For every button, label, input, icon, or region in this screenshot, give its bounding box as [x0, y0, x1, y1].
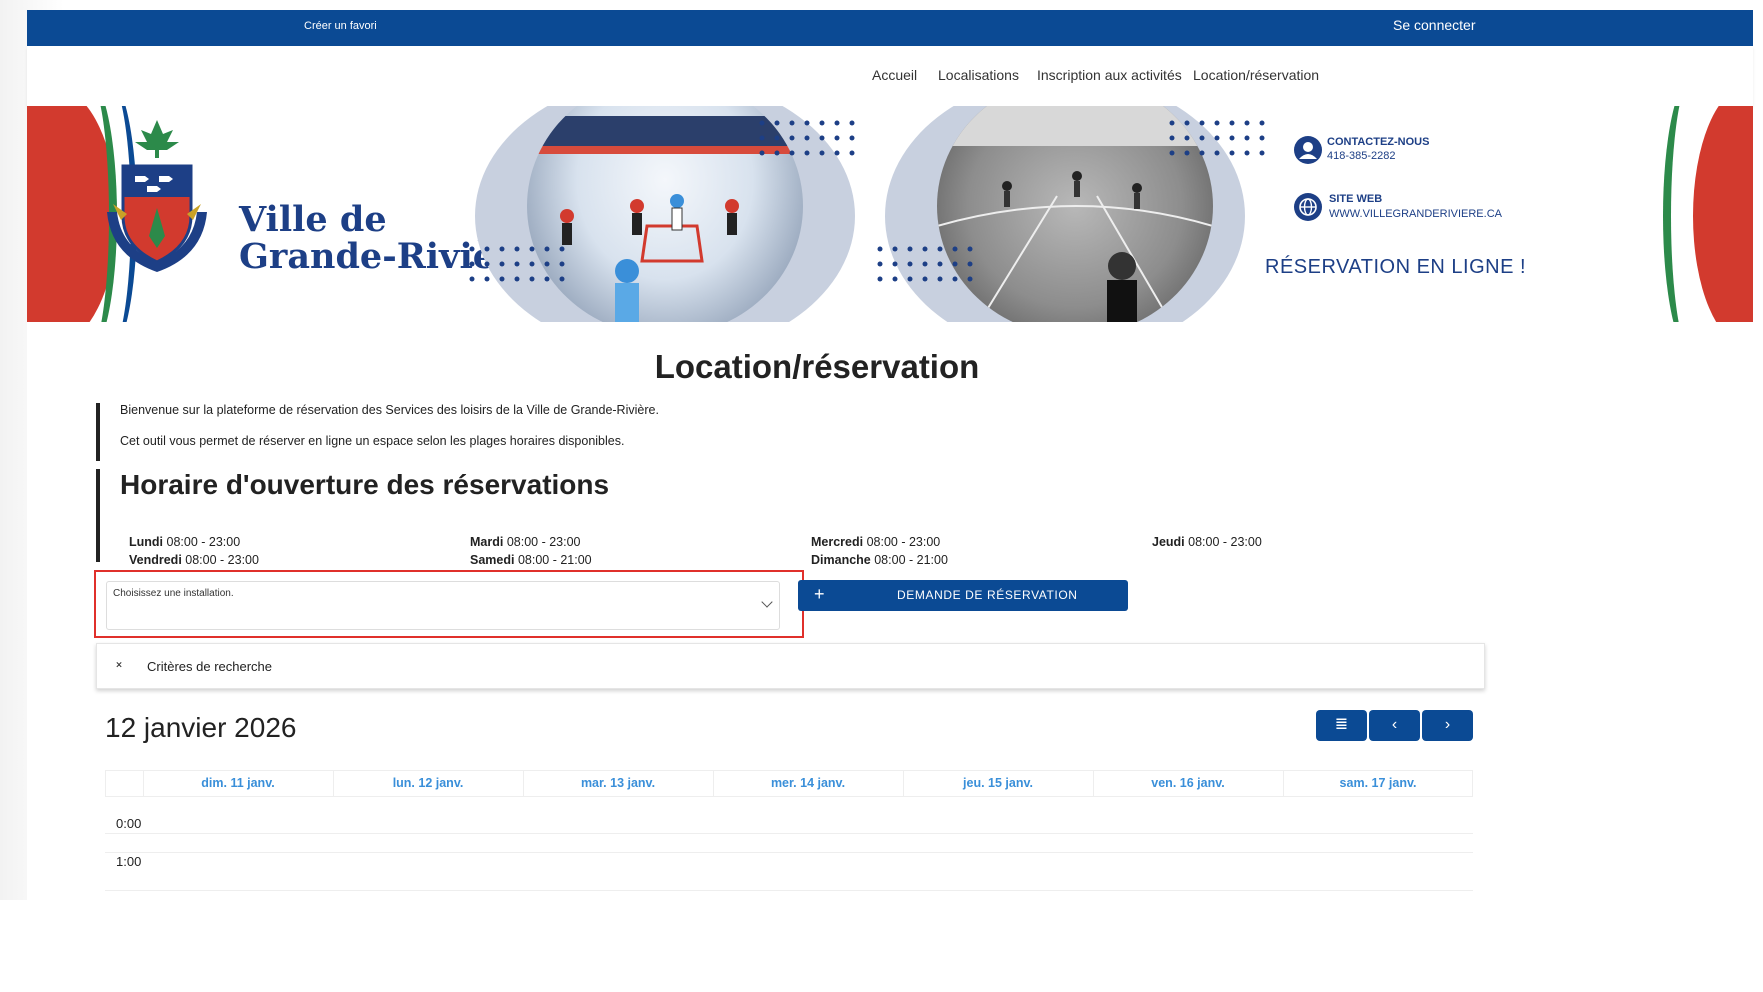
weekly-calendar: dim. 11 janv. lun. 12 janv. mar. 13 janv…	[105, 770, 1473, 900]
search-criteria-panel[interactable]: ⌄ ⌃ Critères de recherche	[96, 643, 1485, 689]
previous-week-button[interactable]: ‹	[1369, 710, 1420, 741]
hours-time: 08:00 - 23:00	[866, 535, 941, 549]
nav-item-location[interactable]: Location/réservation	[1193, 67, 1319, 83]
day-header-wed[interactable]: mer. 14 janv.	[713, 776, 903, 790]
next-week-button[interactable]: ›	[1422, 710, 1473, 741]
opening-hours-block: Horaire d'ouverture des réservations Lun…	[96, 469, 1516, 567]
chevron-right-icon: ›	[1444, 716, 1451, 733]
contact-title: CONTACTEZ-NOUS	[1327, 136, 1430, 148]
hours-tuesday: Mardi 08:00 - 23:00	[470, 535, 581, 549]
calendar-grid-line	[105, 796, 1473, 797]
page-title: Location/réservation	[654, 348, 980, 385]
login-link[interactable]: Se connecter	[1393, 17, 1476, 33]
hours-day: Jeudi	[1152, 535, 1185, 549]
nav-item-accueil[interactable]: Accueil	[872, 67, 917, 83]
day-header-sat[interactable]: sam. 17 janv.	[1283, 776, 1473, 790]
hours-saturday: Samedi 08:00 - 21:00	[470, 553, 592, 567]
hours-day: Lundi	[129, 535, 164, 549]
calendar-current-date: 12 janvier 2026	[105, 712, 297, 743]
hours-time: 08:00 - 23:00	[166, 535, 241, 549]
intro-block: Bienvenue sur la plateforme de réservati…	[96, 403, 659, 461]
create-favorite-link[interactable]: Créer un favori	[304, 20, 377, 32]
plus-icon: +	[814, 584, 826, 604]
chevron-down-icon	[761, 596, 773, 608]
hours-time: 08:00 - 21:00	[517, 553, 592, 567]
header-banner: Ville de Grande-Rivière CONTACTEZ-NOUS 4…	[27, 106, 1753, 322]
day-header-sun[interactable]: dim. 11 janv.	[143, 776, 333, 790]
installation-select[interactable]: Choisissez une installation.	[106, 581, 780, 630]
online-reservation-tagline: RÉSERVATION EN LIGNE !	[1265, 256, 1527, 278]
time-slot-label: 1:00	[116, 854, 142, 869]
hours-day: Samedi	[470, 553, 515, 567]
hours-sunday: Dimanche 08:00 - 21:00	[811, 553, 948, 567]
calendar-grid-line	[105, 890, 1473, 891]
hours-day: Mardi	[470, 535, 504, 549]
contact-phone: 418-385-2282	[1327, 150, 1396, 162]
calendar-grid-line	[105, 852, 1473, 853]
search-criteria-label: Critères de recherche	[147, 659, 272, 674]
time-slot-label: 0:00	[116, 816, 142, 831]
calendar-grid-line	[105, 833, 1473, 834]
cal-divider	[1472, 771, 1473, 797]
user-icon	[1294, 136, 1322, 164]
hours-day: Mercredi	[811, 535, 864, 549]
hours-time: 08:00 - 21:00	[874, 553, 948, 567]
installation-select-label: Choisissez une installation.	[113, 588, 234, 599]
hours-title: Horaire d'ouverture des réservations	[120, 469, 610, 500]
hours-monday: Lundi 08:00 - 23:00	[129, 535, 240, 549]
nav-item-inscription[interactable]: Inscription aux activités	[1037, 67, 1182, 83]
nav-item-localisations[interactable]: Localisations	[938, 67, 1019, 83]
hours-wednesday: Mercredi 08:00 - 23:00	[811, 535, 940, 549]
intro-paragraph-2: Cet outil vous permet de réserver en lig…	[120, 434, 625, 448]
hours-thursday: Jeudi 08:00 - 23:00	[1152, 535, 1262, 549]
hours-friday: Vendredi 08:00 - 23:00	[129, 553, 259, 567]
day-header-tue[interactable]: mar. 13 janv.	[523, 776, 713, 790]
hours-time: 08:00 - 23:00	[506, 535, 581, 549]
top-bar: Créer un favori Se connecter	[27, 10, 1753, 46]
hours-time: 08:00 - 23:00	[185, 553, 259, 567]
intro-paragraph-1: Bienvenue sur la plateforme de réservati…	[120, 403, 659, 417]
web-title: SITE WEB	[1329, 193, 1383, 205]
list-view-button[interactable]: ≣	[1316, 710, 1367, 741]
dot-pattern-1	[759, 120, 855, 156]
globe-icon	[1294, 193, 1322, 221]
reservation-request-button[interactable]: + DEMANDE DE RÉSERVATION	[798, 580, 1128, 611]
hours-time: 08:00 - 23:00	[1188, 535, 1262, 549]
web-url: WWW.VILLEGRANDERIVIERE.CA	[1329, 208, 1502, 220]
collapse-chevrons-icon: ⌄ ⌃	[114, 654, 125, 676]
dot-pattern-2	[469, 246, 565, 282]
cal-divider	[105, 771, 106, 797]
chevron-left-icon: ‹	[1391, 716, 1398, 733]
day-header-thu[interactable]: jeu. 15 janv.	[903, 776, 1093, 790]
reservation-request-label: DEMANDE DE RÉSERVATION	[897, 588, 1078, 602]
day-header-mon[interactable]: lun. 12 janv.	[333, 776, 523, 790]
day-header-fri[interactable]: ven. 16 janv.	[1093, 776, 1283, 790]
dot-pattern-4	[877, 246, 973, 282]
main-nav: Accueil Localisations Inscription aux ac…	[27, 46, 1753, 106]
browser-viewport: Créer un favori Se connecter Accueil Loc…	[27, 10, 1753, 992]
banner-green-swoosh-right	[1663, 106, 1723, 322]
list-icon: ≣	[1334, 716, 1349, 733]
hours-day: Dimanche	[811, 553, 871, 567]
hours-day: Vendredi	[129, 553, 182, 567]
city-crest-icon	[107, 120, 207, 272]
dot-pattern-3	[1169, 120, 1265, 156]
